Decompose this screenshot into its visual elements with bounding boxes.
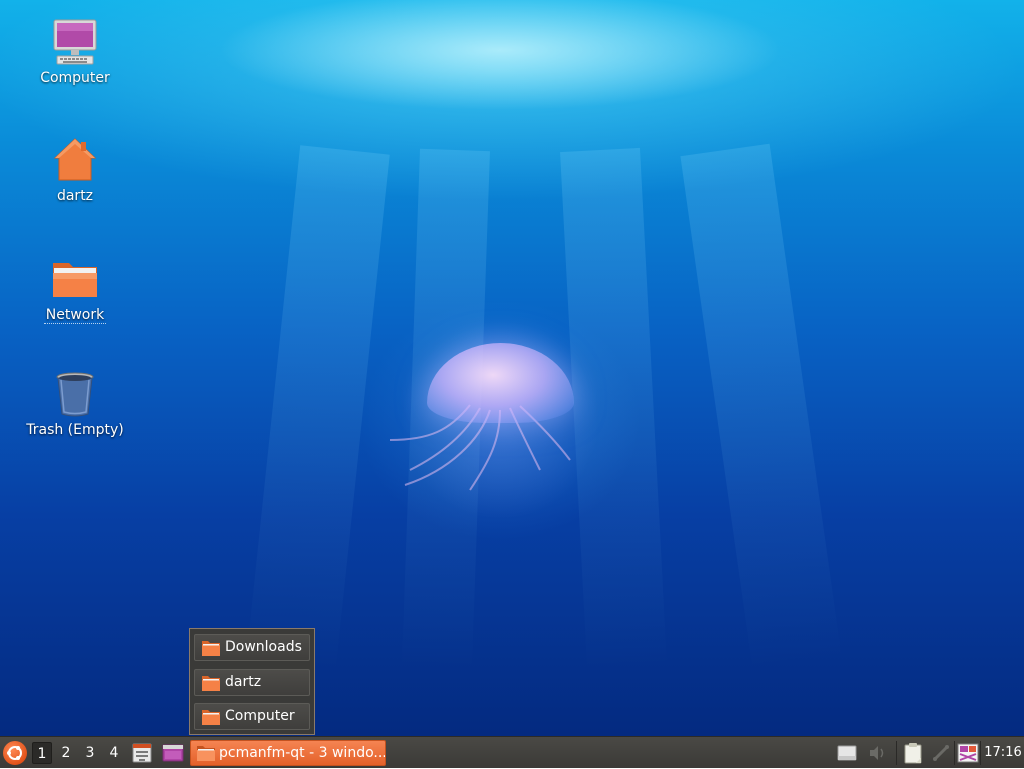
taskbar: 1 2 3 4 pcmanfm-qt - 3 windo... 17:16: [0, 736, 1024, 768]
task-button-pcmanfm[interactable]: pcmanfm-qt - 3 windo...: [190, 740, 386, 766]
network-folder-icon: [51, 255, 99, 303]
folder-icon: [197, 746, 215, 761]
desktop-icon-label: Network: [43, 307, 107, 324]
screenshot-app-icon[interactable]: [957, 742, 979, 764]
folder-icon: [202, 676, 220, 691]
task-group-item-computer[interactable]: Computer: [194, 703, 310, 730]
task-group-item-label: Computer: [225, 708, 295, 724]
clock[interactable]: 17:16: [982, 742, 1024, 764]
desktop-icon-label: Computer: [40, 70, 110, 86]
task-group-item-dartz[interactable]: dartz: [194, 669, 310, 696]
drive-icon[interactable]: [836, 742, 858, 764]
task-group-item-downloads[interactable]: Downloads: [194, 634, 310, 661]
tray-separator: [896, 741, 897, 765]
tray-separator: [954, 741, 955, 765]
terminal-window-icon[interactable]: [162, 742, 184, 764]
folder-icon: [202, 641, 220, 656]
desktop-icon-home[interactable]: dartz: [20, 136, 130, 204]
workspace-1-button[interactable]: 1: [32, 742, 52, 764]
light-ray: [245, 145, 390, 672]
workspace-3-button[interactable]: 3: [80, 742, 100, 764]
network-disconnected-icon[interactable]: [930, 742, 952, 764]
task-group-item-label: dartz: [225, 674, 262, 690]
task-button-label: pcmanfm-qt - 3 windo...: [219, 745, 386, 761]
file-manager-icon[interactable]: [131, 742, 153, 764]
trash-icon: [51, 370, 99, 418]
desktop-wallpaper: Computer dartz Network Trash (Empty): [0, 0, 1024, 736]
folder-icon: [202, 710, 220, 725]
tray-separator: [980, 741, 981, 765]
home-folder-icon: [51, 136, 99, 184]
desktop-icon-network[interactable]: Network: [20, 255, 130, 324]
light-ray: [680, 143, 842, 672]
clipboard-icon[interactable]: [902, 742, 924, 764]
workspace-2-button[interactable]: 2: [56, 742, 76, 764]
computer-icon: [51, 18, 99, 66]
desktop-icon-label: Trash (Empty): [26, 422, 124, 438]
desktop-icon-computer[interactable]: Computer: [20, 18, 130, 86]
workspace-4-button[interactable]: 4: [104, 742, 124, 764]
desktop-icon-trash[interactable]: Trash (Empty): [20, 370, 130, 438]
volume-muted-icon[interactable]: [866, 742, 888, 764]
desktop-icon-label: dartz: [56, 188, 94, 204]
task-group-item-label: Downloads: [225, 639, 302, 655]
task-group-popup: Downloads dartz Computer: [189, 628, 315, 735]
ubuntu-menu-icon[interactable]: [3, 741, 27, 765]
